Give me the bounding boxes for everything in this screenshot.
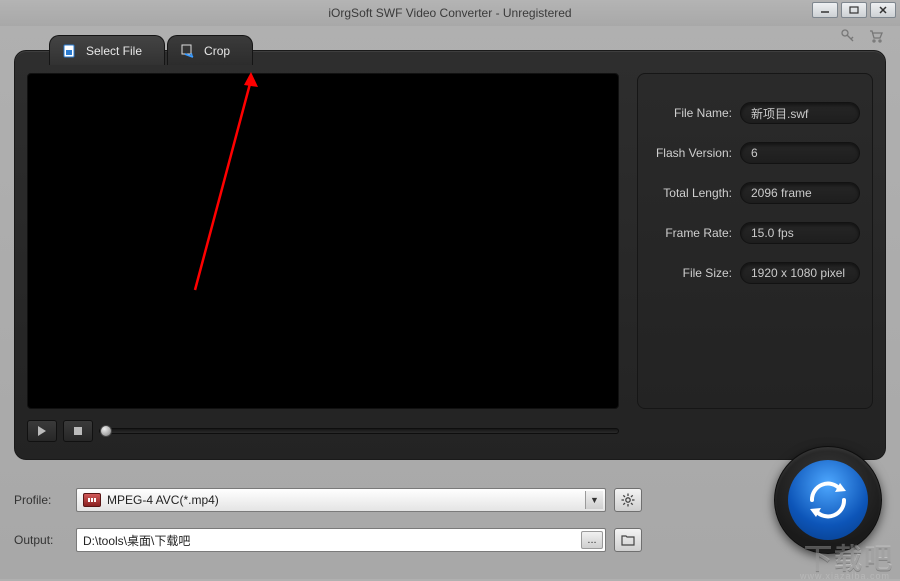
play-button[interactable] xyxy=(27,420,57,442)
output-path-field[interactable]: D:\tools\桌面\下载吧 ... xyxy=(76,528,606,552)
open-folder-button[interactable] xyxy=(614,528,642,552)
watermark-url: www.xiazaiba.com xyxy=(800,571,890,581)
profile-value: MPEG-4 AVC(*.mp4) xyxy=(107,493,219,507)
main-panel: Select File Crop File Name: 新项目.swf Flas… xyxy=(14,50,886,460)
folder-icon xyxy=(621,534,635,546)
profile-dropdown[interactable]: MPEG-4 AVC(*.mp4) ▼ xyxy=(76,488,606,512)
seek-slider[interactable] xyxy=(99,428,619,434)
flash-version-value: 6 xyxy=(740,142,860,164)
crop-icon xyxy=(180,43,196,59)
frame-rate-label: Frame Rate: xyxy=(650,226,740,240)
file-info-panel: File Name: 新项目.swf Flash Version: 6 Tota… xyxy=(637,73,873,409)
mp4-icon xyxy=(83,493,101,507)
output-path-value: D:\tools\桌面\下载吧 xyxy=(83,532,190,549)
tab-crop-label: Crop xyxy=(204,44,230,58)
cart-icon[interactable] xyxy=(868,28,884,47)
profile-settings-button[interactable] xyxy=(614,488,642,512)
close-button[interactable] xyxy=(870,2,896,18)
tab-crop[interactable]: Crop xyxy=(167,35,253,65)
total-length-value: 2096 frame xyxy=(740,182,860,204)
file-name-label: File Name: xyxy=(650,106,740,120)
chevron-down-icon: ▼ xyxy=(585,491,603,509)
total-length-label: Total Length: xyxy=(650,186,740,200)
file-size-label: File Size: xyxy=(650,266,740,280)
convert-icon xyxy=(788,460,868,540)
frame-rate-value: 15.0 fps xyxy=(740,222,860,244)
file-icon xyxy=(62,43,78,59)
stop-button[interactable] xyxy=(63,420,93,442)
tab-select-file[interactable]: Select File xyxy=(49,35,165,65)
file-name-value: 新项目.swf xyxy=(740,102,860,124)
output-browse-button[interactable]: ... xyxy=(581,531,603,549)
tab-select-file-label: Select File xyxy=(86,44,142,58)
video-preview xyxy=(27,73,619,409)
minimize-button[interactable] xyxy=(812,2,838,18)
gear-icon xyxy=(621,493,635,507)
profile-label: Profile: xyxy=(14,493,68,507)
maximize-button[interactable] xyxy=(841,2,867,18)
flash-version-label: Flash Version: xyxy=(650,146,740,160)
output-label: Output: xyxy=(14,533,68,547)
key-icon[interactable] xyxy=(840,28,856,47)
window-title: iOrgSoft SWF Video Converter - Unregiste… xyxy=(328,6,571,20)
seek-thumb[interactable] xyxy=(100,425,112,437)
file-size-value: 1920 x 1080 pixel xyxy=(740,262,860,284)
